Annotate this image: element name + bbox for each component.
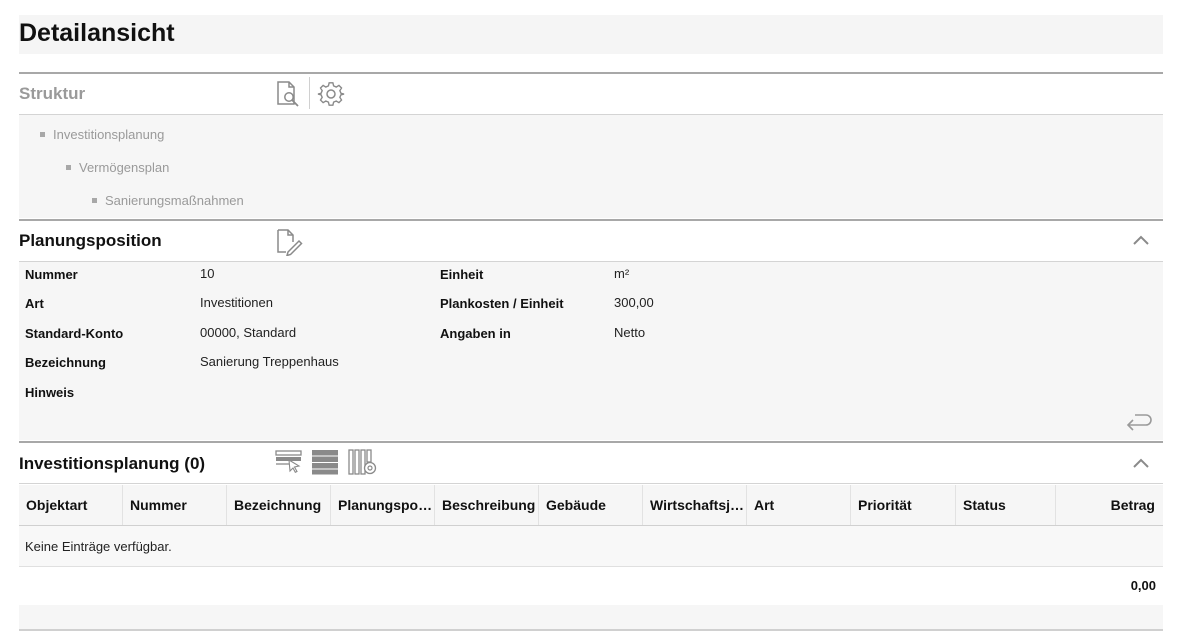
page-title: Detailansicht bbox=[19, 19, 175, 47]
column-header-gebaeude[interactable]: Gebäude bbox=[539, 485, 643, 525]
field-label-nummer: Nummer bbox=[25, 267, 78, 282]
field-label-bezeichnung: Bezeichnung bbox=[25, 355, 106, 370]
document-edit-icon[interactable] bbox=[275, 228, 303, 256]
investitionsplanung-title: Investitionsplanung (0) bbox=[19, 454, 206, 473]
field-value-einheit: m² bbox=[614, 266, 630, 281]
tree-item-label: Investitionsplanung bbox=[53, 127, 165, 142]
chevron-up-icon[interactable] bbox=[1132, 234, 1150, 246]
tree-bullet bbox=[40, 132, 45, 138]
toolbar-divider bbox=[309, 77, 310, 109]
empty-state-text: Keine Einträge verfügbar. bbox=[25, 539, 172, 554]
field-label-standard-konto: Standard-Konto bbox=[25, 326, 124, 341]
column-settings-icon[interactable] bbox=[348, 449, 378, 476]
tree-item-label: Vermögensplan bbox=[79, 160, 170, 175]
planungsposition-title: Planungsposition bbox=[19, 231, 162, 250]
field-value-bezeichnung: Sanierung Treppenhaus bbox=[200, 354, 339, 369]
field-value-nummer: 10 bbox=[200, 266, 215, 281]
field-value-angaben-in: Netto bbox=[614, 325, 646, 340]
table-header: Objektart Nummer Bezeichnung Planungspos… bbox=[19, 485, 1163, 526]
tree-item-label: Sanierungsmaßnahmen bbox=[105, 193, 244, 208]
chevron-up-icon[interactable] bbox=[1132, 457, 1150, 469]
tree-item-sanierungsmassnahmen[interactable]: Sanierungsmaßnahmen bbox=[92, 193, 244, 208]
field-label-angaben-in: Angaben in bbox=[440, 326, 511, 341]
table-empty-row bbox=[19, 526, 1163, 567]
struktur-section-header bbox=[19, 72, 1163, 115]
column-header-planungsposition[interactable]: Planungspos... bbox=[331, 485, 435, 525]
column-header-art[interactable]: Art bbox=[747, 485, 851, 525]
field-label-art: Art bbox=[25, 296, 44, 311]
page-header bbox=[19, 15, 1163, 54]
field-value-art: Investitionen bbox=[200, 295, 273, 310]
field-value-standard-konto: 00000, Standard bbox=[200, 325, 297, 340]
column-header-wirtschaftsjahr[interactable]: Wirtschaftsjahr bbox=[643, 485, 747, 525]
select-rows-icon[interactable] bbox=[275, 449, 303, 473]
list-view-icon[interactable] bbox=[311, 449, 339, 475]
struktur-title: Struktur bbox=[19, 84, 86, 103]
table-footer bbox=[19, 605, 1163, 631]
field-label-einheit: Einheit bbox=[440, 267, 484, 282]
planungsposition-panel bbox=[19, 262, 1163, 440]
field-value-plankosten: 300,00 bbox=[614, 295, 654, 310]
planungsposition-section-header bbox=[19, 219, 1163, 262]
tree-item-investitionsplanung[interactable]: Investitionsplanung bbox=[40, 127, 164, 142]
tree-item-vermoegensplan[interactable]: Vermögensplan bbox=[66, 160, 169, 175]
table-total-value: 0,00 bbox=[1130, 578, 1156, 593]
tree-bullet bbox=[66, 165, 71, 171]
tree-bullet bbox=[92, 198, 97, 204]
column-header-prioritaet[interactable]: Priorität bbox=[851, 485, 956, 525]
return-arrow-icon[interactable] bbox=[1125, 411, 1153, 433]
column-header-nummer[interactable]: Nummer bbox=[123, 485, 227, 525]
column-header-bezeichnung[interactable]: Bezeichnung bbox=[227, 485, 331, 525]
column-header-status[interactable]: Status bbox=[956, 485, 1056, 525]
column-header-objektart[interactable]: Objektart bbox=[19, 485, 123, 525]
document-search-icon[interactable] bbox=[275, 80, 301, 108]
field-label-plankosten: Plankosten / Einheit bbox=[440, 296, 564, 311]
field-label-hinweis: Hinweis bbox=[25, 385, 75, 400]
column-header-beschreibung[interactable]: Beschreibung bbox=[435, 485, 539, 525]
column-header-betrag[interactable]: Betrag bbox=[1056, 485, 1163, 525]
gear-icon[interactable] bbox=[317, 80, 345, 108]
